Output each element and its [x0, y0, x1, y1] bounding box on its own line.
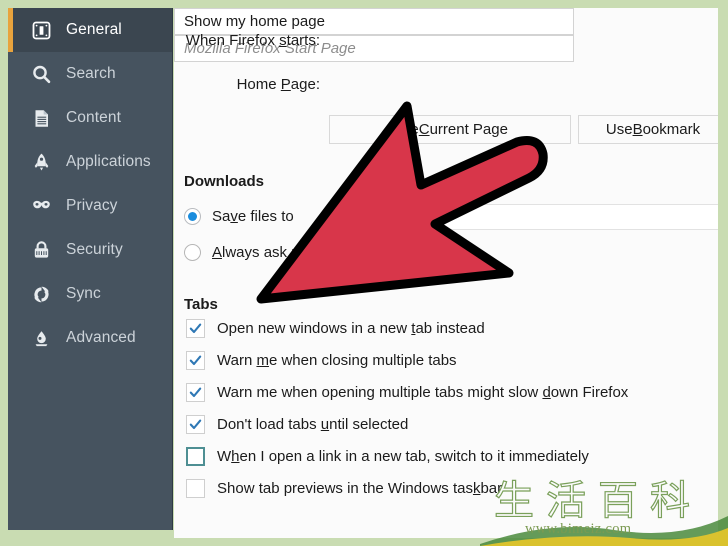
accesskey-letter: A	[212, 244, 223, 261]
sidebar-item-label: General	[66, 21, 122, 39]
when-firefox-starts-value: Show my home page	[184, 13, 325, 30]
general-icon	[29, 18, 54, 43]
accesskey-letter: m	[256, 352, 269, 369]
warn-opening-multiple-tabs-label: Warn me when opening multiple tabs might…	[217, 384, 629, 401]
content-icon	[29, 106, 54, 131]
sidebar-item-label: Sync	[66, 285, 101, 303]
sidebar-item-content[interactable]: Content	[8, 96, 172, 140]
switch-to-new-tab-label: When I open a link in a new tab, switch …	[217, 448, 589, 465]
switch-to-new-tab-checkbox[interactable]	[186, 447, 205, 466]
show-tab-previews-label: Show tab previews in the Windows taskbar	[217, 480, 503, 497]
accesskey-letter: k	[472, 480, 481, 497]
when-firefox-starts-dropdown[interactable]: Show my home page	[174, 8, 574, 35]
use-bookmark-button[interactable]: Use Bookmark	[578, 115, 718, 144]
warn-closing-multiple-tabs-checkbox[interactable]	[186, 351, 205, 370]
advanced-icon	[29, 326, 54, 351]
sidebar-item-advanced[interactable]: Advanced	[8, 316, 172, 360]
accesskey-letter: d	[542, 384, 551, 401]
accesskey-letter: t	[411, 320, 416, 337]
warn-opening-multiple-tabs-checkbox[interactable]	[186, 383, 205, 402]
save-files-to-radio[interactable]	[184, 208, 201, 225]
sidebar-item-general[interactable]: General	[8, 8, 172, 52]
when-firefox-starts-label: When Firefox starts:	[185, 32, 320, 49]
use-current-page-button[interactable]: Use Current Page	[329, 115, 571, 144]
home-page-label: Home Page:	[236, 76, 320, 93]
sidebar-item-applications[interactable]: Applications	[8, 140, 172, 184]
tab-option-switch-immediately-row[interactable]: When I open a link in a new tab, switch …	[186, 447, 589, 466]
sidebar-item-label: Privacy	[66, 197, 118, 215]
accesskey-letter: v	[230, 208, 238, 225]
always-ask-label: Always ask me where to save files	[212, 244, 441, 261]
always-ask-radio[interactable]	[184, 244, 201, 261]
lock-icon	[29, 238, 54, 263]
show-tab-previews-checkbox[interactable]	[186, 479, 205, 498]
sidebar-item-privacy[interactable]: Privacy	[8, 184, 172, 228]
sidebar-item-label: Security	[66, 241, 123, 259]
preferences-sidebar: General Search Content Applications Priv…	[8, 8, 173, 530]
save-files-to-radio-row[interactable]: Save files to	[184, 208, 294, 225]
always-ask-radio-row[interactable]: Always ask me where to save files	[184, 244, 440, 261]
sidebar-item-search[interactable]: Search	[8, 52, 172, 96]
tab-option-dont-load-row[interactable]: Don't load tabs until selected	[186, 415, 408, 434]
dont-load-tabs-checkbox[interactable]	[186, 415, 205, 434]
tab-option-warn-closing-row[interactable]: Warn me when closing multiple tabs	[186, 351, 457, 370]
general-preferences-pane: When Firefox starts: Show my home page H…	[174, 8, 718, 538]
tab-option-warn-opening-row[interactable]: Warn me when opening multiple tabs might…	[186, 383, 628, 402]
sync-icon	[29, 282, 54, 307]
download-folder-path-input[interactable]	[328, 204, 718, 230]
accesskey-letter: B	[632, 121, 643, 138]
open-new-windows-label: Open new windows in a new tab instead	[217, 320, 485, 337]
accesskey-letter: s	[279, 32, 287, 49]
accesskey-letter: h	[231, 448, 240, 465]
sidebar-item-label: Content	[66, 109, 121, 127]
sidebar-item-label: Advanced	[66, 329, 136, 347]
privacy-mask-icon	[29, 194, 54, 219]
screenshot-root: General Search Content Applications Priv…	[0, 0, 728, 546]
sidebar-item-sync[interactable]: Sync	[8, 272, 172, 316]
dont-load-tabs-label: Don't load tabs until selected	[217, 416, 409, 433]
downloads-heading: Downloads	[184, 173, 265, 190]
sidebar-item-security[interactable]: Security	[8, 228, 172, 272]
save-files-to-label: Save files to	[212, 208, 294, 225]
search-icon	[29, 62, 54, 87]
tabs-heading: Tabs	[184, 296, 218, 313]
sidebar-item-label: Search	[66, 65, 116, 83]
accesskey-letter: C	[418, 121, 430, 138]
tab-option-show-previews-row[interactable]: Show tab previews in the Windows taskbar	[186, 479, 502, 498]
warn-closing-multiple-tabs-label: Warn me when closing multiple tabs	[217, 352, 457, 369]
accesskey-letter: P	[280, 76, 291, 93]
tab-option-open-new-windows-row[interactable]: Open new windows in a new tab instead	[186, 319, 485, 338]
accesskey-letter: u	[320, 416, 330, 433]
sidebar-item-label: Applications	[66, 153, 151, 171]
applications-icon	[29, 150, 54, 175]
open-new-windows-checkbox[interactable]	[186, 319, 205, 338]
